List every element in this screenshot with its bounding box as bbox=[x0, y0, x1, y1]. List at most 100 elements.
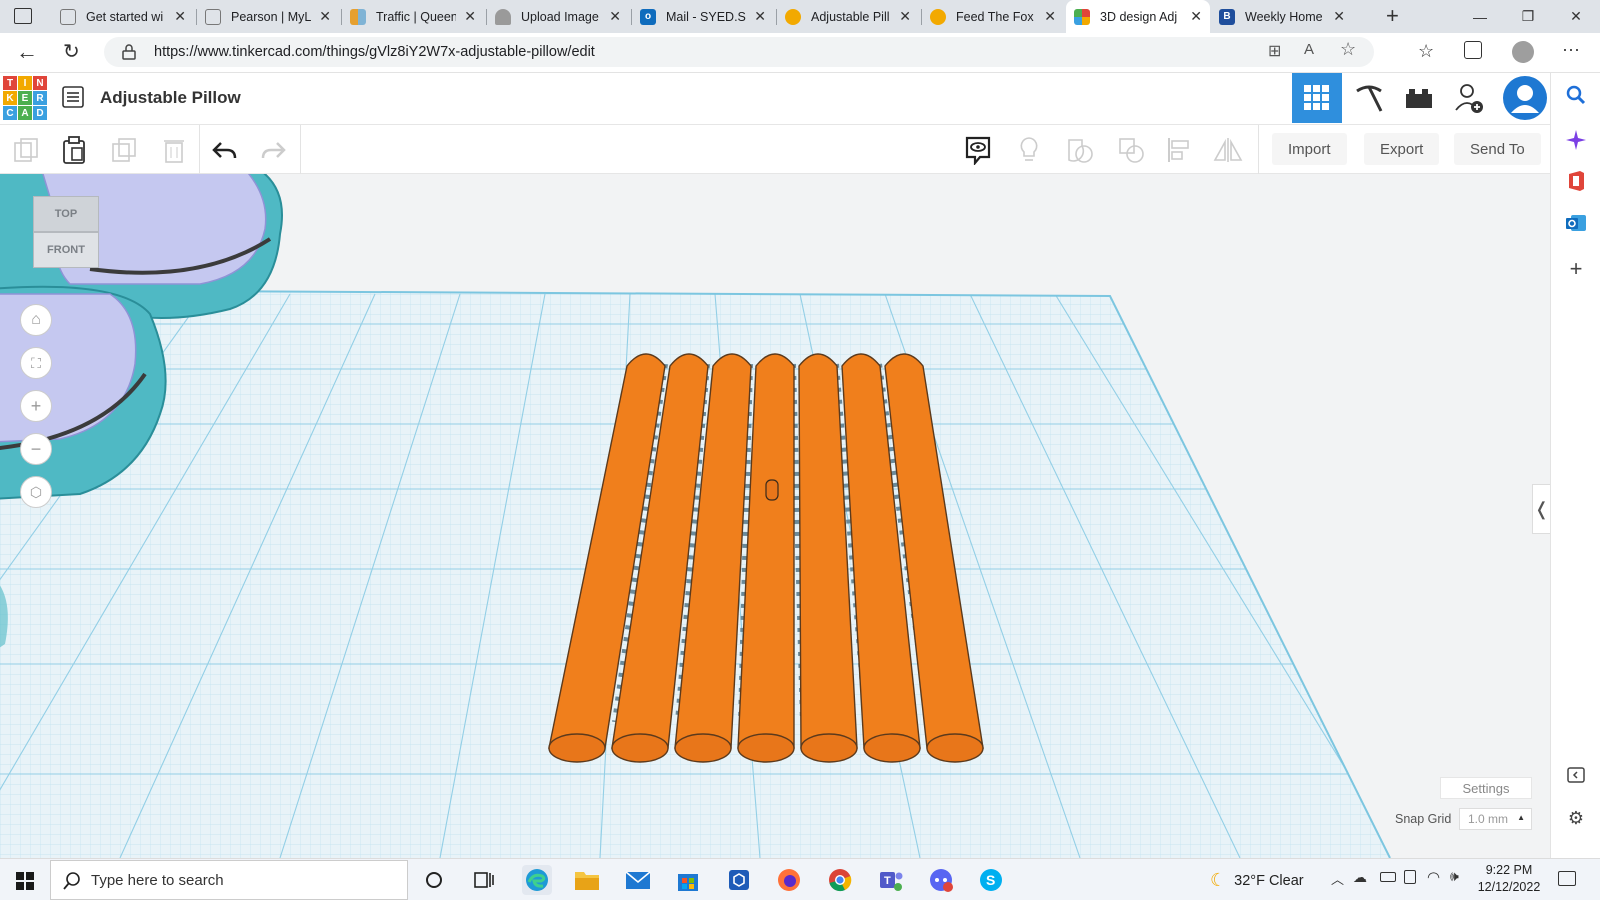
company-portal-button[interactable] bbox=[724, 865, 754, 895]
discord-button[interactable] bbox=[926, 865, 956, 895]
store-button[interactable] bbox=[673, 865, 703, 895]
mail-button[interactable] bbox=[623, 865, 653, 895]
volume-icon[interactable]: 🕪 bbox=[1450, 868, 1459, 885]
settings-button[interactable]: Settings bbox=[1440, 777, 1532, 799]
collapse-panel-button[interactable]: ❬ bbox=[1532, 484, 1550, 534]
onedrive-icon[interactable]: ☁ bbox=[1353, 869, 1367, 886]
device-icon[interactable] bbox=[1404, 870, 1416, 884]
user-avatar[interactable] bbox=[1500, 73, 1550, 123]
clock[interactable]: 9:22 PM 12/12/2022 bbox=[1474, 862, 1544, 896]
close-tab-icon[interactable]: ✕ bbox=[609, 8, 621, 25]
read-aloud-icon[interactable]: A bbox=[1304, 41, 1314, 58]
task-view-button[interactable] bbox=[469, 865, 499, 895]
blocks-view-button[interactable] bbox=[1344, 73, 1394, 123]
add-sidebar-app-icon[interactable]: + bbox=[1564, 256, 1588, 281]
view-cube[interactable]: TOP FRONT bbox=[33, 196, 99, 268]
browser-tab[interactable]: Traffic | Queen ✕ bbox=[342, 0, 484, 33]
app-available-icon[interactable]: ⊞ bbox=[1268, 41, 1281, 61]
notes-button[interactable] bbox=[960, 132, 996, 168]
restore-icon[interactable]: ❐ bbox=[1504, 0, 1552, 33]
windows-start-icon[interactable] bbox=[16, 872, 34, 890]
edge-taskbar-button[interactable] bbox=[522, 865, 552, 895]
firefox-button[interactable] bbox=[774, 865, 804, 895]
delete-button[interactable] bbox=[156, 132, 192, 168]
chrome-button[interactable] bbox=[825, 865, 855, 895]
address-bar[interactable]: https://www.tinkercad.com/things/gVlz8iY… bbox=[104, 37, 1374, 67]
tab-actions-icon[interactable] bbox=[14, 8, 32, 24]
outlook-sidebar-button[interactable] bbox=[1564, 211, 1588, 235]
view-cube-top[interactable]: TOP bbox=[33, 196, 99, 232]
send-to-button[interactable]: Send To bbox=[1454, 133, 1541, 165]
cortana-button[interactable] bbox=[419, 865, 449, 895]
view-cube-front[interactable]: FRONT bbox=[33, 232, 99, 268]
undo-button[interactable] bbox=[206, 132, 242, 168]
browser-tab[interactable]: Pearson | MyL ✕ bbox=[197, 0, 339, 33]
3d-workspace[interactable]: TOP FRONT ⌂ ⛶ + − ⬡ ❬ Settings Snap Grid… bbox=[0, 174, 1550, 858]
browser-tab[interactable]: Upload Image ✕ bbox=[487, 0, 629, 33]
workplane-canvas[interactable] bbox=[0, 174, 1550, 858]
redo-button[interactable] bbox=[256, 132, 292, 168]
close-tab-icon[interactable]: ✕ bbox=[1044, 8, 1056, 25]
browser-tab[interactable]: Get started wi ✕ bbox=[52, 0, 194, 33]
invite-user-button[interactable] bbox=[1444, 73, 1494, 123]
notifications-icon[interactable] bbox=[1558, 871, 1576, 886]
ungroup-button[interactable] bbox=[1113, 132, 1149, 168]
more-icon[interactable]: ··· bbox=[1562, 39, 1580, 60]
refresh-icon[interactable]: ↻ bbox=[63, 39, 80, 64]
close-tab-icon[interactable]: ✕ bbox=[464, 8, 476, 25]
zoom-out-button[interactable]: − bbox=[20, 433, 52, 465]
taskbar-search-box[interactable]: Type here to search bbox=[50, 860, 408, 900]
design-title[interactable]: Adjustable Pillow bbox=[100, 88, 241, 108]
close-tab-icon[interactable]: ✕ bbox=[1333, 8, 1345, 25]
search-sidebar-button[interactable] bbox=[1564, 83, 1588, 107]
group-button[interactable] bbox=[1062, 132, 1098, 168]
mirror-button[interactable] bbox=[1210, 132, 1246, 168]
skype-button[interactable]: S bbox=[976, 865, 1006, 895]
home-view-button[interactable]: ⌂ bbox=[20, 304, 52, 336]
close-tab-icon[interactable]: ✕ bbox=[754, 8, 766, 25]
show-all-button[interactable] bbox=[1011, 132, 1047, 168]
paste-button[interactable] bbox=[56, 132, 92, 168]
browser-tab-active[interactable]: 3D design Adj ✕ bbox=[1066, 0, 1210, 33]
browser-tab[interactable]: B Weekly Home ✕ bbox=[1211, 0, 1353, 33]
perspective-button[interactable]: ⬡ bbox=[20, 476, 52, 508]
new-tab-icon[interactable]: + bbox=[1386, 3, 1399, 29]
browser-tab[interactable]: Adjustable Pill ✕ bbox=[777, 0, 919, 33]
gear-icon[interactable]: ⚙ bbox=[1564, 806, 1588, 830]
teams-button[interactable]: T bbox=[876, 865, 906, 895]
favorites-icon[interactable]: ☆ bbox=[1418, 41, 1434, 62]
copy-button[interactable] bbox=[8, 132, 44, 168]
duplicate-button[interactable] bbox=[106, 132, 142, 168]
collections-icon[interactable] bbox=[1464, 41, 1482, 59]
tinkercad-logo[interactable]: T I N K E R C A D bbox=[3, 76, 47, 120]
browser-tab[interactable]: Feed The Fox c ✕ bbox=[922, 0, 1064, 33]
file-explorer-button[interactable] bbox=[572, 865, 602, 895]
close-window-icon[interactable]: ✕ bbox=[1552, 0, 1600, 33]
fit-view-button[interactable]: ⛶ bbox=[20, 347, 52, 379]
hide-sidebar-button[interactable] bbox=[1564, 763, 1588, 787]
design-menu-icon[interactable] bbox=[62, 86, 84, 108]
import-button[interactable]: Import bbox=[1272, 133, 1347, 165]
battery-icon[interactable] bbox=[1380, 872, 1396, 882]
add-favorite-icon[interactable]: ☆ bbox=[1340, 39, 1356, 60]
weather-widget[interactable]: ☾ 32°F Clear bbox=[1210, 870, 1304, 891]
bricks-view-button[interactable] bbox=[1394, 73, 1444, 123]
snap-grid-select[interactable]: 1.0 mm ▲ bbox=[1459, 808, 1532, 830]
close-tab-icon[interactable]: ✕ bbox=[174, 8, 186, 25]
align-button[interactable] bbox=[1161, 132, 1197, 168]
browser-tab[interactable]: o Mail - SYED.SH ✕ bbox=[632, 0, 774, 33]
profile-avatar[interactable] bbox=[1512, 41, 1534, 63]
copilot-button[interactable] bbox=[1564, 128, 1588, 152]
zoom-in-button[interactable]: + bbox=[20, 390, 52, 422]
back-icon[interactable]: ← bbox=[16, 39, 38, 65]
small-cylinder[interactable] bbox=[765, 479, 779, 501]
wifi-icon[interactable]: ◠ bbox=[1427, 868, 1440, 886]
minimize-icon[interactable]: — bbox=[1456, 0, 1504, 33]
show-hidden-icons[interactable]: ︿ bbox=[1331, 869, 1344, 888]
close-tab-icon[interactable]: ✕ bbox=[319, 8, 331, 25]
close-tab-icon[interactable]: ✕ bbox=[899, 8, 911, 25]
export-button[interactable]: Export bbox=[1364, 133, 1440, 165]
close-tab-icon[interactable]: ✕ bbox=[1190, 8, 1202, 25]
office-button[interactable] bbox=[1564, 169, 1588, 193]
3d-design-view-button[interactable] bbox=[1292, 73, 1342, 123]
